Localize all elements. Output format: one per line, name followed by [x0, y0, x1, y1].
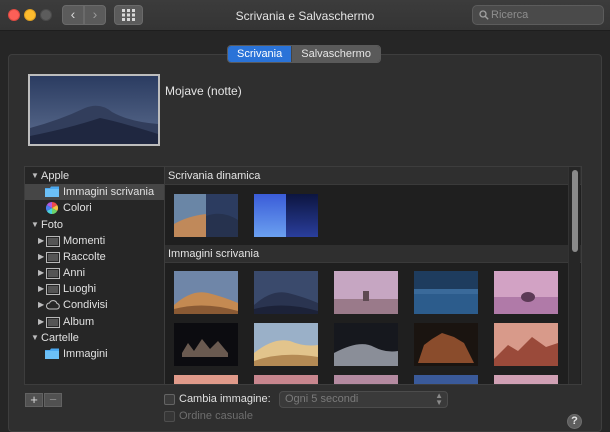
- sidebar-item-label: Condivisi: [63, 299, 108, 311]
- title-bar: ‹ › Scrivania e Salvaschermo: [0, 0, 610, 31]
- wallpaper-thumbnail-lake-dusk[interactable]: [414, 271, 478, 314]
- sidebar-item-moments[interactable]: ▶ Momenti: [25, 233, 164, 249]
- photo-album-icon: [46, 236, 60, 247]
- wallpaper-thumbnail-mojave-day[interactable]: [174, 271, 238, 314]
- wallpaper-thumbnail-mojave-dynamic[interactable]: [174, 194, 238, 237]
- gallery-scrollbar[interactable]: [568, 167, 580, 384]
- wallpaper-thumbnail-dark-dunes[interactable]: [334, 323, 398, 366]
- interval-value: Ogni 5 secondi: [285, 393, 359, 405]
- wallpaper-thumbnail-high-sierra[interactable]: [494, 323, 558, 366]
- sidebar-group-folders[interactable]: ▼ Cartelle: [25, 330, 164, 346]
- wallpaper-thumbnail-row3-3[interactable]: [334, 375, 398, 384]
- photo-album-icon: [46, 268, 60, 279]
- desktop-images-header: Immagini scrivania: [165, 245, 581, 263]
- search-input[interactable]: [491, 8, 599, 22]
- tab-bar: Scrivania Salvaschermo: [227, 45, 381, 63]
- photo-album-icon: [46, 317, 60, 328]
- sidebar-item-shared[interactable]: ▶ Condivisi: [25, 297, 164, 313]
- wallpaper-thumbnail-desert-rock[interactable]: [334, 271, 398, 314]
- sidebar-group-photos[interactable]: ▼ Foto: [25, 217, 164, 233]
- sidebar-item-collections[interactable]: ▶ Raccolte: [25, 249, 164, 265]
- dynamic-desktop-header: Scrivania dinamica: [165, 167, 581, 185]
- wallpaper-thumbnail-rock-formation[interactable]: [414, 323, 478, 366]
- interval-popup[interactable]: Ogni 5 secondi ▲ ▼: [279, 391, 448, 408]
- photo-album-icon: [46, 252, 60, 263]
- wallpaper-thumbnail-row3-2[interactable]: [254, 375, 318, 384]
- cloud-icon: [46, 300, 60, 310]
- disclosure-right-icon[interactable]: ▶: [38, 265, 44, 281]
- current-wallpaper-name: Mojave (notte): [165, 84, 242, 98]
- sidebar-item-label: Cartelle: [41, 332, 79, 344]
- wallpaper-thumbnail-row3-1[interactable]: [174, 375, 238, 384]
- tab-desktop[interactable]: Scrivania: [228, 46, 292, 62]
- folder-icon: [45, 348, 59, 359]
- wallpaper-thumbnail-sand-dunes[interactable]: [254, 323, 318, 366]
- sidebar-group-apple[interactable]: ▼ Apple: [25, 168, 164, 184]
- disclosure-right-icon[interactable]: ▶: [38, 314, 44, 330]
- remove-folder-button[interactable]: −: [44, 393, 62, 407]
- sidebar-item-label: Anni: [63, 267, 86, 279]
- wallpaper-thumbnail-mojave-night[interactable]: [254, 271, 318, 314]
- search-field[interactable]: [472, 5, 604, 25]
- add-folder-button[interactable]: +: [25, 393, 43, 407]
- updown-chevron-icon: ▲ ▼: [435, 391, 443, 407]
- folder-icon: [45, 186, 59, 197]
- sidebar-item-label: Raccolte: [63, 251, 106, 263]
- current-wallpaper-preview: [28, 74, 160, 146]
- sidebar-item-label: Apple: [41, 170, 70, 182]
- wallpaper-thumbnail-pink-sea-rock[interactable]: [494, 271, 558, 314]
- sidebar-item-label: Album: [63, 316, 95, 328]
- disclosure-down-icon[interactable]: ▼: [31, 330, 39, 346]
- source-list: ▼ Apple Immagini scrivania Colori ▼ Foto…: [24, 166, 165, 385]
- sidebar-item-label: Momenti: [63, 235, 106, 247]
- help-button[interactable]: ?: [567, 414, 582, 429]
- sidebar-item-label: Immagini scrivania: [63, 186, 155, 198]
- wallpaper-thumbnail-solar-gradients[interactable]: [254, 194, 318, 237]
- sidebar-item-label: Colori: [63, 202, 92, 214]
- color-wheel-icon: [46, 202, 58, 214]
- random-order-checkbox[interactable]: [164, 411, 175, 422]
- random-order-label: Ordine casuale: [179, 410, 253, 422]
- sidebar-item-colors[interactable]: Colori: [25, 200, 164, 216]
- change-picture-checkbox[interactable]: [164, 394, 175, 405]
- sidebar-item-albums[interactable]: ▶ Album: [25, 314, 164, 330]
- wallpaper-thumbnail-row3-5[interactable]: [494, 375, 558, 384]
- sidebar-item-places[interactable]: ▶ Luoghi: [25, 281, 164, 297]
- sidebar-item-label: Immagini: [63, 348, 108, 360]
- sidebar-item-desktop-images[interactable]: Immagini scrivania: [25, 184, 164, 200]
- disclosure-right-icon[interactable]: ▶: [38, 297, 44, 313]
- wallpaper-gallery: Scrivania dinamica Immagini scrivania: [165, 166, 582, 385]
- sidebar-item-label: Luoghi: [63, 283, 97, 295]
- change-picture-label: Cambia immagine:: [179, 393, 271, 405]
- photo-album-icon: [46, 284, 60, 295]
- sidebar-item-years[interactable]: ▶ Anni: [25, 265, 164, 281]
- disclosure-right-icon[interactable]: ▶: [38, 249, 44, 265]
- disclosure-right-icon[interactable]: ▶: [38, 233, 44, 249]
- disclosure-down-icon[interactable]: ▼: [31, 217, 39, 233]
- wallpaper-thumbnail-row3-4[interactable]: [414, 375, 478, 384]
- sidebar-item-pictures[interactable]: Immagini: [25, 346, 164, 362]
- tab-screensaver[interactable]: Salvaschermo: [291, 46, 380, 62]
- scrollbar-thumb[interactable]: [572, 170, 578, 252]
- sidebar-item-label: Foto: [41, 219, 64, 231]
- search-icon: [479, 10, 489, 20]
- disclosure-down-icon[interactable]: ▼: [31, 168, 39, 184]
- disclosure-right-icon[interactable]: ▶: [38, 281, 44, 297]
- wallpaper-thumbnail-city-night[interactable]: [174, 323, 238, 366]
